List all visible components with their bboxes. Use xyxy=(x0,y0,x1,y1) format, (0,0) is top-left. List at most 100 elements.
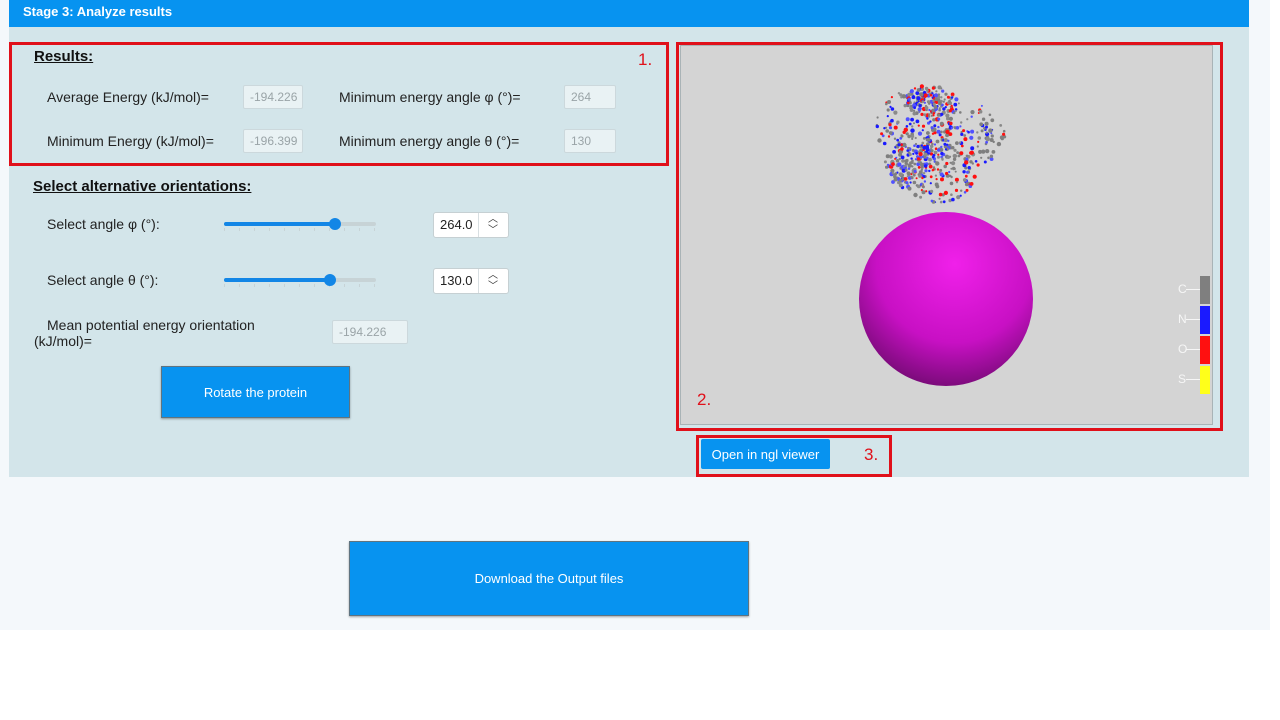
legend-connector xyxy=(1186,379,1200,380)
legend-swatch-n xyxy=(1200,306,1210,334)
atom xyxy=(913,106,916,110)
min-energy-label: Minimum Energy (kJ/mol)= xyxy=(47,133,214,149)
atom xyxy=(940,151,944,156)
atom xyxy=(931,132,935,135)
atom xyxy=(970,146,975,151)
atom xyxy=(950,193,953,196)
atom xyxy=(960,121,963,124)
atom xyxy=(935,178,938,181)
atom xyxy=(931,86,935,90)
atom xyxy=(960,132,964,136)
atom xyxy=(931,108,935,113)
atom xyxy=(930,114,933,117)
atom xyxy=(981,117,986,121)
atom xyxy=(922,172,926,175)
atom xyxy=(939,121,944,126)
atom xyxy=(959,151,964,155)
atom xyxy=(875,124,879,129)
atom xyxy=(938,197,941,200)
rotate-protein-label: Rotate the protein xyxy=(203,384,308,400)
chevron-up-icon[interactable]: ︿ xyxy=(488,271,498,281)
atom xyxy=(918,152,923,157)
protein-structure xyxy=(875,84,1007,204)
atom xyxy=(947,139,950,142)
atom xyxy=(877,138,882,143)
atom xyxy=(945,161,949,166)
atom xyxy=(920,112,924,116)
atom xyxy=(930,126,934,130)
atom xyxy=(907,97,911,101)
atom xyxy=(938,133,942,137)
atom xyxy=(901,159,905,163)
theta-spinner[interactable]: ︿ ﹀ xyxy=(478,269,508,293)
atom xyxy=(916,88,921,92)
atom xyxy=(911,171,915,174)
atom xyxy=(915,119,920,124)
atom xyxy=(960,189,963,192)
atom xyxy=(931,92,934,95)
atom xyxy=(913,87,917,90)
atom xyxy=(1002,129,1006,133)
phi-input-value: 264.0 xyxy=(440,217,473,232)
atom xyxy=(953,102,958,107)
theta-slider[interactable] xyxy=(224,274,376,287)
atom xyxy=(926,131,930,135)
atom xyxy=(919,161,922,164)
slider-ticks xyxy=(224,228,376,231)
rotate-protein-button[interactable]: Rotate the protein xyxy=(161,366,350,418)
atom xyxy=(938,192,943,197)
atom xyxy=(922,137,926,140)
atom xyxy=(963,134,967,137)
atom xyxy=(919,84,924,89)
phi-spinner[interactable]: ︿ ﹀ xyxy=(478,213,508,237)
atom xyxy=(917,131,923,136)
atom xyxy=(932,99,935,103)
atom xyxy=(962,129,966,133)
annotation-1: 1. xyxy=(638,50,653,69)
atom xyxy=(1002,132,1006,136)
atom xyxy=(991,150,996,154)
atom xyxy=(943,142,947,146)
atom xyxy=(892,150,896,154)
atom xyxy=(936,113,941,117)
atom xyxy=(950,126,953,130)
atom xyxy=(940,96,943,99)
phi-number-input[interactable]: 264.0 ︿ ﹀ xyxy=(433,212,509,238)
atom xyxy=(914,142,918,146)
atom xyxy=(955,126,960,130)
atom xyxy=(898,157,901,161)
chevron-down-icon[interactable]: ﹀ xyxy=(488,282,498,292)
phi-slider[interactable] xyxy=(224,218,376,231)
theta-number-input[interactable]: 130.0 ︿ ﹀ xyxy=(433,268,509,294)
slider-fill xyxy=(224,222,336,226)
atom xyxy=(937,125,940,129)
atom xyxy=(905,125,909,128)
atom xyxy=(999,135,1004,140)
atom xyxy=(954,110,957,113)
atom xyxy=(933,143,937,146)
min-phi-field: 264 xyxy=(564,85,616,109)
atom xyxy=(916,144,920,148)
open-ngl-viewer-button[interactable]: Open in ngl viewer xyxy=(701,439,830,469)
atom xyxy=(920,144,923,147)
phi-label: Select angle φ (°): xyxy=(47,216,160,232)
molecule-viewer[interactable]: CNOS xyxy=(680,45,1213,425)
atom xyxy=(926,117,929,120)
atom xyxy=(965,188,969,192)
atom xyxy=(921,190,926,195)
atom xyxy=(923,155,927,159)
atom xyxy=(910,134,915,138)
atom xyxy=(954,188,959,192)
atom xyxy=(930,149,934,153)
chevron-down-icon[interactable]: ﹀ xyxy=(488,226,498,236)
atom xyxy=(962,178,967,182)
atom xyxy=(964,160,969,165)
avg-energy-field: -194.226 xyxy=(243,85,303,109)
download-output-button[interactable]: Download the Output files xyxy=(349,541,749,616)
molecule-render xyxy=(859,84,1033,386)
atom xyxy=(938,171,941,174)
atom xyxy=(977,140,980,143)
atom xyxy=(891,172,894,175)
chevron-up-icon[interactable]: ︿ xyxy=(488,215,498,225)
atom xyxy=(954,177,959,182)
